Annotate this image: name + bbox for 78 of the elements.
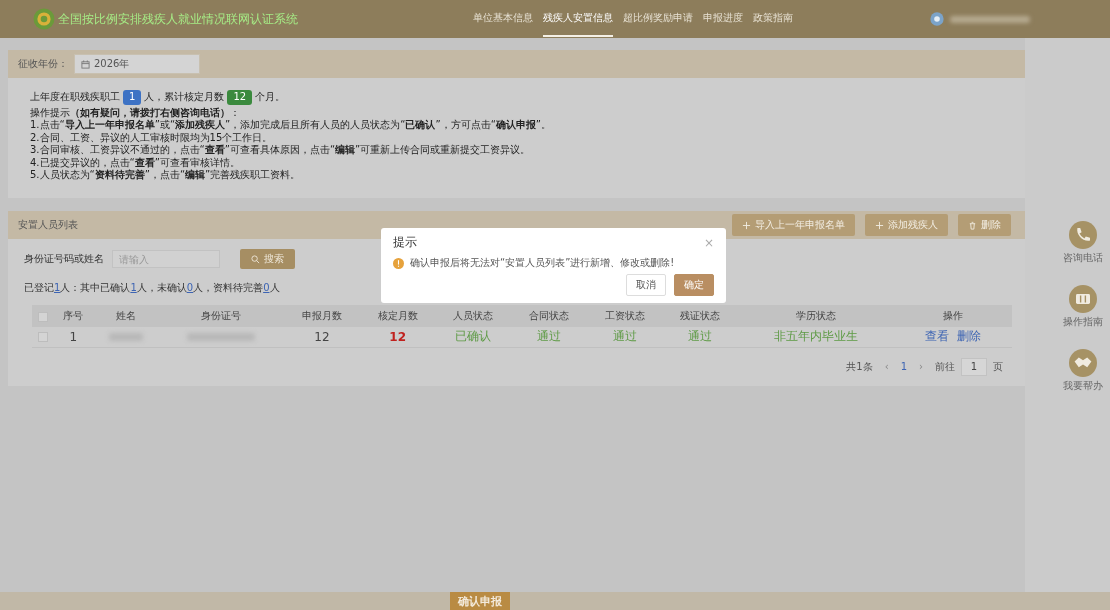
action-link[interactable]: 删除	[956, 329, 981, 344]
tip-text: 4.已提交异议的，点击“查看”可查看审核详情。	[30, 156, 241, 169]
tip-title: 操作提示（如有疑问，请拨打右侧咨询电话）：	[30, 106, 241, 119]
nav-tab[interactable]: 超比例奖励申请	[623, 1, 693, 37]
side-tool-label[interactable]: 操作指南	[1062, 315, 1103, 329]
trash-icon	[968, 220, 977, 230]
site-title: 全国按比例安排残疾人就业情况联网认证系统	[58, 10, 299, 28]
dialog-button[interactable]: 取消	[626, 274, 666, 296]
plus-icon	[742, 220, 751, 230]
tip-text: 1.点击“导入上一年申报名单”或“添加残疾人”，添加完成后且所有人员的人员状态为“已确认”，方可点击“确认申报”。	[30, 119, 553, 132]
phone-icon	[1068, 221, 1097, 249]
count-link[interactable]: 1	[130, 282, 137, 293]
column-header: 残证状态	[680, 310, 721, 321]
count-link[interactable]: 1	[54, 282, 61, 293]
dialog-message: 确认申报后将无法对“安置人员列表”进行新增、修改或删除!	[410, 256, 675, 270]
toolbar-button[interactable]: 导入上一年申报名单	[732, 214, 855, 236]
tip-text: 2.合同、工资、异议的人工审核时限均为15个工作日。	[30, 131, 274, 144]
total-count: 共1条	[846, 359, 873, 374]
goto-label: 前往	[935, 359, 955, 374]
table-cell: 通过	[536, 329, 561, 344]
guide-icon	[1068, 285, 1097, 313]
year-field[interactable]: 2026年	[74, 54, 200, 74]
count-badge: 12	[227, 90, 253, 105]
nav-tab[interactable]: 单位基本信息	[473, 1, 533, 37]
logo-icon	[33, 8, 55, 30]
tip-text: 5.人员状态为“资料待完善”，点击“编辑”完善残疾职工资料。	[30, 169, 302, 182]
search-icon	[251, 254, 260, 264]
column-header: 核定月数	[377, 310, 418, 321]
side-tool-label[interactable]: 我要帮办	[1062, 379, 1103, 393]
count-link[interactable]: 0	[186, 282, 194, 293]
toolbar-button[interactable]: 删除	[958, 214, 1011, 236]
nav-tab[interactable]: 残疾人安置信息	[543, 1, 613, 37]
side-tool-label[interactable]: 咨询电话	[1062, 251, 1103, 265]
close-icon[interactable]: ×	[703, 235, 714, 250]
column-header: 序号	[63, 310, 84, 321]
column-header: 工资状态	[604, 310, 645, 321]
column-header: 身份证号	[201, 310, 242, 321]
year-label: 征收年份：	[18, 57, 68, 71]
summary-text: 个月。	[255, 91, 286, 104]
next-page[interactable]: ›	[919, 361, 923, 372]
search-button[interactable]: 搜索	[240, 249, 295, 269]
stats-text: 已登记1人：其中已确认1人，未确认0人，资料待完善0人	[24, 282, 280, 293]
page-unit: 页	[993, 359, 1003, 374]
toolbar-button[interactable]: 添加残疾人	[865, 214, 948, 236]
column-header: 合同状态	[528, 310, 569, 321]
dialog-title: 提示	[393, 234, 417, 251]
table-cell: 通过	[612, 329, 637, 344]
table-cell: 已确认	[455, 329, 492, 344]
calendar-icon	[81, 59, 90, 69]
tip-text: 3.合同审核、工资异议不通过的，点击“查看”可查看具体原因，点击“编辑”可重新上传合同或重新提交工资异议。	[30, 144, 532, 157]
table-cell: 通过	[688, 329, 713, 344]
handshake-icon	[1068, 349, 1097, 377]
table-cell: 1	[69, 329, 78, 344]
nav-tab[interactable]: 申报进度	[703, 1, 743, 37]
avatar-icon	[930, 12, 944, 26]
column-header: 姓名	[115, 310, 136, 321]
column-header: 人员状态	[453, 310, 494, 321]
search-label: 身份证号码或姓名	[24, 252, 104, 266]
table-cell: 12	[314, 329, 330, 344]
prev-page[interactable]: ‹	[884, 361, 889, 372]
table-cell: 12	[389, 329, 406, 344]
confirm-button[interactable]: 确认申报	[450, 592, 510, 610]
column-header: 申报月数	[302, 310, 342, 321]
list-title: 安置人员列表	[18, 218, 78, 232]
count-link[interactable]: 0	[263, 282, 270, 293]
count-badge: 1	[123, 90, 142, 105]
summary-text: 人，累计核定月数	[144, 91, 225, 104]
summary-text: 上年度在职残疾职工	[30, 91, 120, 104]
page-number[interactable]: 1	[900, 361, 907, 372]
action-link[interactable]: 查看	[924, 329, 949, 344]
dialog-button[interactable]: 确定	[674, 274, 714, 296]
column-header: 操作	[942, 310, 963, 321]
nav-tab[interactable]: 政策指南	[753, 1, 793, 37]
page-input[interactable]: 1	[961, 357, 987, 376]
warning-icon	[393, 257, 404, 269]
table-cell: 非五年内毕业生	[773, 329, 858, 344]
column-header: 学历状态	[795, 310, 836, 321]
plus-icon	[875, 220, 884, 230]
